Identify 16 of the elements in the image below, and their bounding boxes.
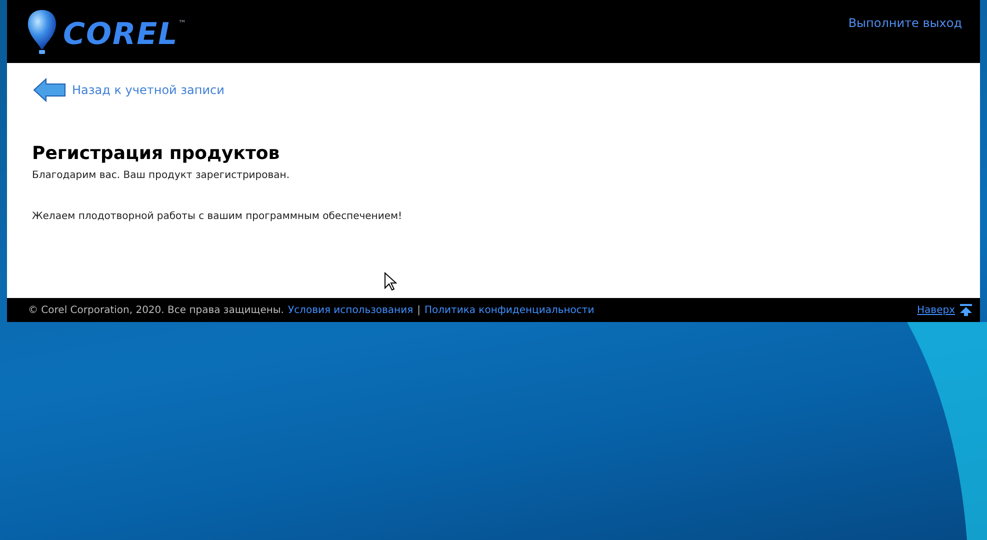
link-separator: | <box>417 304 420 318</box>
up-arrow-icon <box>960 304 972 316</box>
back-link[interactable]: Назад к учетной записи <box>32 77 955 103</box>
logo-wordmark: COREL <box>63 20 178 50</box>
back-arrow-icon <box>32 77 66 103</box>
footer-link[interactable]: Политика конфиденциальности <box>424 302 594 318</box>
page-title: Регистрация продуктов <box>32 143 281 166</box>
closing-text: Желаем плодотворной работы с вашим программным обеспечением! <box>32 210 404 224</box>
back-to-top-link[interactable]: Наверх <box>917 302 972 318</box>
trademark-mark: ™ <box>178 18 186 30</box>
signout-link[interactable]: Выполните выход <box>848 14 962 32</box>
balloon-icon <box>25 8 59 56</box>
footer-link[interactable]: Условия использования <box>288 302 414 318</box>
mouse-cursor-icon <box>384 272 397 291</box>
confirmation-text: Благодарим вас. Ваш продукт зарегистрирован. <box>32 168 291 182</box>
copyright-text: © Corel Corporation, 2020. Все права защищены. <box>28 304 284 318</box>
